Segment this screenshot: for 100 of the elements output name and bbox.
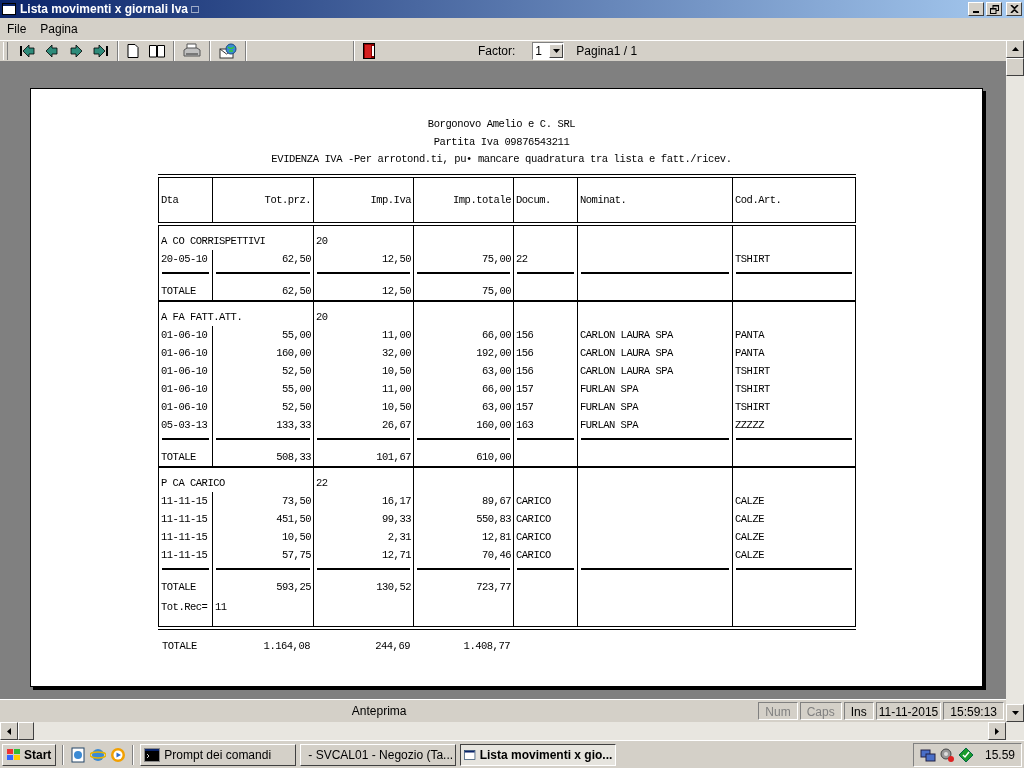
taskbar-button[interactable]: Prompt dei comandi bbox=[140, 743, 297, 766]
table-cell: 451,50 bbox=[276, 512, 311, 525]
close-button[interactable] bbox=[1006, 2, 1022, 16]
vertical-scrollbar[interactable] bbox=[1006, 40, 1024, 722]
table-cell: CARICO bbox=[516, 512, 551, 525]
table-cell: 26,67 bbox=[382, 418, 411, 431]
table-cell: 55,00 bbox=[282, 328, 311, 341]
total-label: TOTALE bbox=[161, 284, 196, 297]
table-cell: TSHIRT bbox=[735, 364, 770, 377]
table-cell: 157 bbox=[516, 400, 534, 413]
table-cell: FURLAN SPA bbox=[580, 418, 638, 431]
minimize-button[interactable] bbox=[968, 2, 984, 16]
table-cell: 11-11-15 bbox=[161, 512, 208, 525]
table-cell: ZZZZZ bbox=[735, 418, 764, 431]
table-cell: 163 bbox=[516, 418, 534, 431]
table-cell: 2,31 bbox=[387, 530, 411, 543]
restore-icon bbox=[989, 4, 999, 14]
network-icon[interactable] bbox=[919, 746, 936, 763]
table-cell: 01-06-10 bbox=[161, 328, 208, 341]
section-title: P CA CARICO bbox=[161, 476, 225, 489]
status-indicator: Ins bbox=[843, 702, 874, 720]
grand-total-label: TOTALE bbox=[162, 639, 198, 652]
table-cell: TSHIRT bbox=[735, 382, 770, 395]
page-indicator: Pagina1 / 1 bbox=[576, 44, 638, 58]
table-cell: 160,00 bbox=[476, 418, 511, 431]
table-cell: 05-03-13 bbox=[161, 418, 208, 431]
report-heading: Borgonovo Amelio e C. SRL bbox=[427, 117, 576, 132]
grand-total-value: 244,69 bbox=[374, 639, 410, 652]
total-value: 75,00 bbox=[482, 284, 511, 297]
horizontal-scrollbar[interactable] bbox=[0, 722, 1024, 740]
console-icon bbox=[144, 747, 161, 762]
factor-label: Factor: bbox=[478, 44, 516, 58]
grand-total-value: 1.408,77 bbox=[462, 639, 510, 652]
table-cell: 66,00 bbox=[482, 328, 511, 341]
table-cell: 73,50 bbox=[282, 494, 311, 507]
column-header: Cod.Art. bbox=[735, 193, 782, 206]
column-header: Nominat. bbox=[580, 193, 627, 206]
status-indicator: Num bbox=[758, 702, 798, 720]
taskbar-button[interactable]: Lista movimenti x gio... bbox=[460, 743, 617, 766]
table-cell: 62,50 bbox=[282, 252, 311, 265]
menu-item[interactable]: Pagina bbox=[33, 22, 85, 36]
taskbar-button[interactable]: - SVCAL01 - Negozio (Ta... bbox=[300, 743, 457, 766]
scroll-up-icon bbox=[1011, 47, 1019, 51]
table-cell: 10,50 bbox=[382, 400, 411, 413]
table-cell: PANTA bbox=[735, 346, 764, 359]
status-text: Anteprima bbox=[350, 704, 408, 718]
total-value: 101,67 bbox=[376, 450, 411, 463]
scroll-down-icon bbox=[1011, 711, 1019, 715]
scroll-right-icon bbox=[995, 727, 999, 735]
record-count: 11 bbox=[215, 600, 227, 613]
menu-item[interactable]: File bbox=[0, 22, 34, 36]
table-cell: 63,00 bbox=[482, 364, 511, 377]
total-value: 593,25 bbox=[276, 580, 311, 593]
table-cell: 99,33 bbox=[382, 512, 411, 525]
dropdown-arrow-icon bbox=[552, 49, 560, 53]
table-cell: PANTA bbox=[735, 328, 764, 341]
table-cell: 157 bbox=[516, 382, 534, 395]
table-cell: 01-06-10 bbox=[161, 346, 208, 359]
table-cell: 11-11-15 bbox=[161, 548, 208, 561]
restore-button[interactable] bbox=[986, 2, 1002, 16]
quick-launch-icon[interactable] bbox=[70, 746, 87, 763]
table-cell: CARLON LAURA SPA bbox=[580, 328, 673, 341]
table-cell: CARLON LAURA SPA bbox=[580, 346, 673, 359]
windows-logo-icon bbox=[7, 748, 21, 761]
table-cell: 66,00 bbox=[482, 382, 511, 395]
table-cell: 89,67 bbox=[482, 494, 511, 507]
table-cell: 11-11-15 bbox=[161, 494, 208, 507]
report-heading: Partita Iva 09876543211 bbox=[433, 134, 570, 150]
table-cell: 11,00 bbox=[382, 328, 411, 341]
status-date: 11-11-2015 bbox=[875, 702, 942, 720]
table-cell: 75,00 bbox=[482, 252, 511, 265]
factor-dropdown[interactable]: 1 bbox=[532, 42, 565, 60]
table-cell: 10,50 bbox=[382, 364, 411, 377]
media-player-icon[interactable] bbox=[110, 746, 127, 763]
table-cell: 156 bbox=[516, 328, 534, 341]
vat-rate: 22 bbox=[316, 476, 328, 489]
table-cell: CARICO bbox=[516, 494, 551, 507]
total-label: TOTALE bbox=[161, 450, 196, 463]
section-title: A FA FATT.ATT. bbox=[161, 310, 243, 323]
table-cell: 16,17 bbox=[382, 494, 411, 507]
section-title: A CO CORRISPETTIVI bbox=[161, 234, 266, 247]
total-value: 610,00 bbox=[476, 450, 511, 463]
table-cell: 160,00 bbox=[276, 346, 311, 359]
total-label: TOTALE bbox=[161, 580, 196, 593]
column-header: Imp.Iva bbox=[370, 193, 411, 206]
table-cell: CARICO bbox=[516, 530, 551, 543]
table-cell: 10,50 bbox=[282, 530, 311, 543]
table-cell: 01-06-10 bbox=[161, 382, 208, 395]
report-heading: EVIDENZA IVA -Per arrotond.ti, pu• mancare quadratura tra lista e fatt./ricev. bbox=[271, 152, 732, 167]
table-cell: FURLAN SPA bbox=[580, 400, 638, 413]
table-cell: CARICO bbox=[516, 548, 551, 561]
table-cell: 156 bbox=[516, 364, 534, 377]
scroll-thumb[interactable] bbox=[1006, 58, 1024, 76]
column-header: Docum. bbox=[516, 193, 551, 206]
scroll-thumb[interactable] bbox=[18, 722, 34, 740]
table-cell: CALZE bbox=[735, 494, 764, 507]
table-cell: CALZE bbox=[735, 548, 764, 561]
start-button[interactable]: Start bbox=[2, 743, 57, 766]
window-icon bbox=[464, 747, 476, 762]
table-cell: FURLAN SPA bbox=[580, 382, 638, 395]
